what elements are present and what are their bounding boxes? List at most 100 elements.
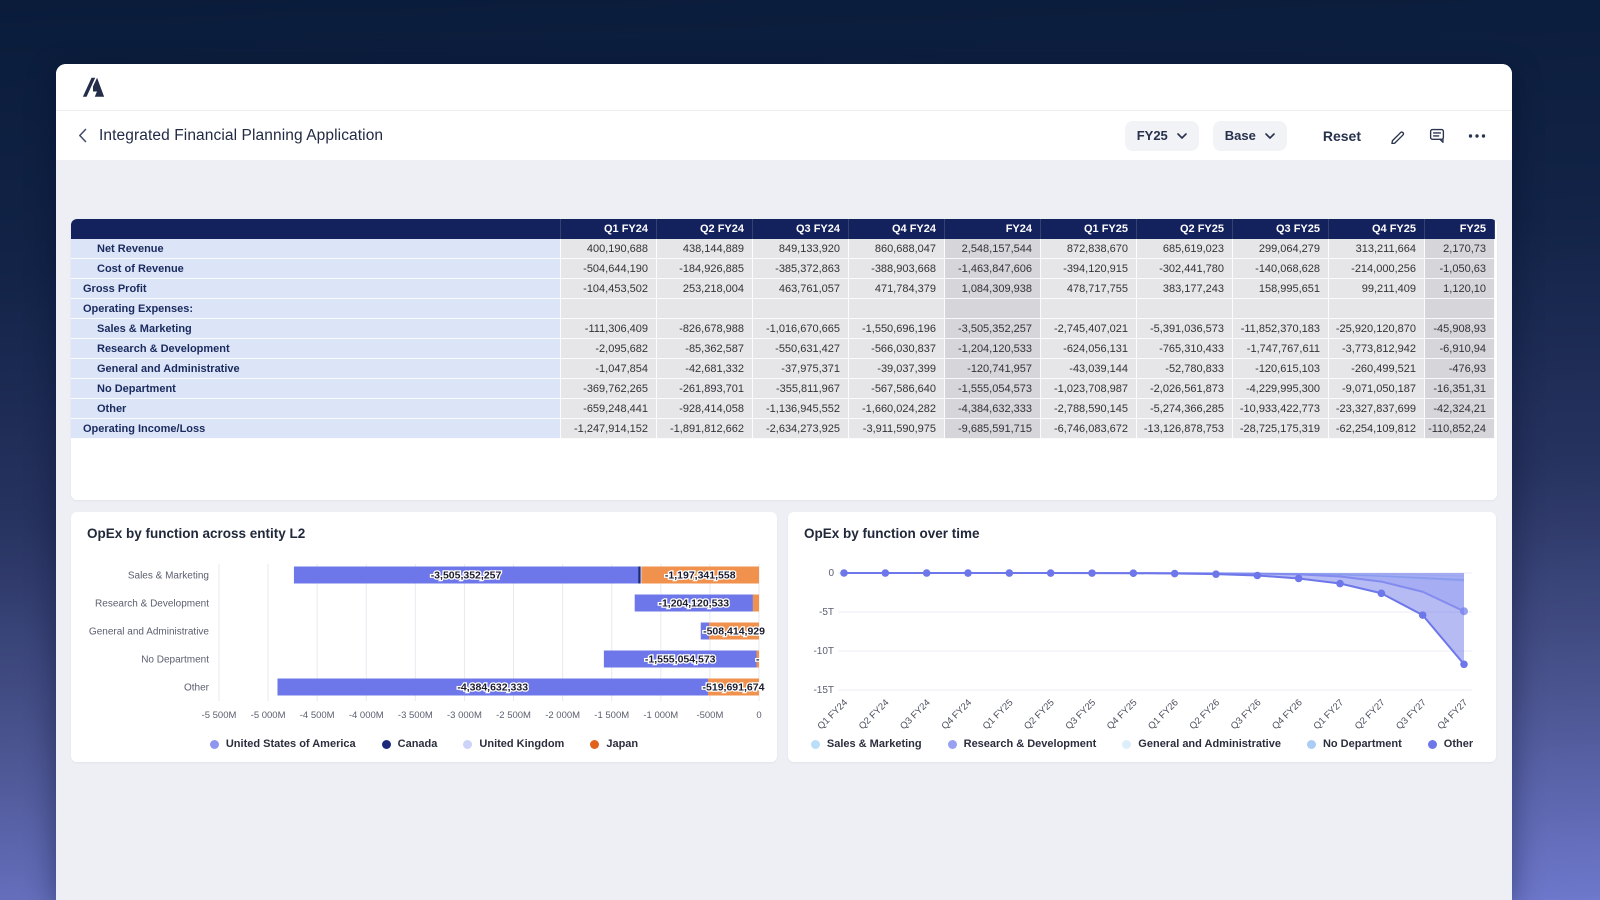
table-cell[interactable]: 400,190,688 [561, 239, 657, 259]
data-point[interactable] [1419, 611, 1427, 619]
table-cell[interactable]: -52,780,833 [1137, 359, 1233, 379]
table-cell[interactable]: 860,688,047 [849, 239, 945, 259]
table-cell[interactable]: -385,372,863 [753, 259, 849, 279]
table-cell[interactable]: -9,071,050,187 [1329, 379, 1425, 399]
table-cell[interactable]: -140,068,628 [1233, 259, 1329, 279]
data-point[interactable] [964, 569, 972, 577]
table-cell[interactable]: -10,933,422,773 [1233, 399, 1329, 419]
table-cell[interactable]: 438,144,889 [657, 239, 753, 259]
table-cell[interactable]: -3,505,352,257 [945, 319, 1041, 339]
table-cell[interactable]: -1,047,854 [561, 359, 657, 379]
data-point[interactable] [1130, 569, 1138, 577]
table-cell[interactable]: -16,351,31 [1425, 379, 1495, 399]
legend-item[interactable]: Japan [590, 738, 638, 750]
legend-item[interactable]: Other [1428, 738, 1473, 750]
table-cell[interactable]: -1,550,696,196 [849, 319, 945, 339]
table-cell[interactable]: -9,685,591,715 [945, 419, 1041, 439]
table-cell[interactable] [849, 299, 945, 319]
table-cell[interactable]: -765,310,433 [1137, 339, 1233, 359]
table-cell[interactable]: -1,463,847,606 [945, 259, 1041, 279]
table-cell[interactable]: -13,126,878,753 [1137, 419, 1233, 439]
table-cell[interactable]: -302,441,780 [1137, 259, 1233, 279]
data-point[interactable] [1006, 569, 1014, 577]
data-point[interactable] [840, 569, 848, 577]
bar-segment[interactable] [753, 595, 759, 612]
table-cell[interactable]: -5,391,036,573 [1137, 319, 1233, 339]
table-cell[interactable]: 383,177,243 [1137, 279, 1233, 299]
bar-segment[interactable] [641, 567, 642, 584]
edit-icon[interactable] [1389, 127, 1406, 144]
table-cell[interactable]: -1,136,945,552 [753, 399, 849, 419]
table-cell[interactable]: -104,453,502 [561, 279, 657, 299]
legend-item[interactable]: Sales & Marketing [811, 738, 922, 750]
table-cell[interactable]: -3,773,812,942 [1329, 339, 1425, 359]
more-options-icon[interactable] [1468, 133, 1486, 139]
table-cell[interactable]: -28,725,175,319 [1233, 419, 1329, 439]
table-cell[interactable]: -4,384,632,333 [945, 399, 1041, 419]
table-cell[interactable]: 1,120,10 [1425, 279, 1495, 299]
table-cell[interactable]: -1,023,708,987 [1041, 379, 1137, 399]
table-cell[interactable] [1041, 299, 1137, 319]
table-cell[interactable]: 849,133,920 [753, 239, 849, 259]
table-cell[interactable]: -1,247,914,152 [561, 419, 657, 439]
bar-segment[interactable] [638, 567, 640, 584]
table-cell[interactable]: -1,204,120,533 [945, 339, 1041, 359]
table-cell[interactable]: -42,324,21 [1425, 399, 1495, 419]
table-cell[interactable] [1137, 299, 1233, 319]
table-cell[interactable]: -826,678,988 [657, 319, 753, 339]
table-cell[interactable]: 313,211,664 [1329, 239, 1425, 259]
data-point[interactable] [1295, 575, 1303, 583]
table-cell[interactable]: -2,634,273,925 [753, 419, 849, 439]
table-cell[interactable]: -1,050,63 [1425, 259, 1495, 279]
version-dropdown[interactable]: Base [1213, 121, 1287, 151]
table-cell[interactable]: -369,762,265 [561, 379, 657, 399]
table-cell[interactable]: -1,660,024,282 [849, 399, 945, 419]
data-point[interactable] [1171, 570, 1179, 578]
data-point[interactable] [1047, 569, 1055, 577]
table-cell[interactable] [1329, 299, 1425, 319]
data-point[interactable] [1460, 660, 1468, 668]
table-cell[interactable]: -355,811,967 [753, 379, 849, 399]
data-point[interactable] [882, 569, 890, 577]
table-cell[interactable]: 471,784,379 [849, 279, 945, 299]
table-cell[interactable]: 2,170,73 [1425, 239, 1495, 259]
data-point[interactable] [1088, 569, 1096, 577]
data-point[interactable] [923, 569, 931, 577]
table-cell[interactable]: -25,920,120,870 [1329, 319, 1425, 339]
table-cell[interactable]: -1,555,054,573 [945, 379, 1041, 399]
data-point[interactable] [1378, 589, 1386, 597]
table-cell[interactable]: -1,891,812,662 [657, 419, 753, 439]
table-cell[interactable]: -120,615,103 [1233, 359, 1329, 379]
table-cell[interactable]: -120,741,957 [945, 359, 1041, 379]
table-cell[interactable]: -5,274,366,285 [1137, 399, 1233, 419]
table-cell[interactable]: 2,548,157,544 [945, 239, 1041, 259]
table-cell[interactable]: -1,747,767,611 [1233, 339, 1329, 359]
table-cell[interactable]: 685,619,023 [1137, 239, 1233, 259]
legend-item[interactable]: United Kingdom [463, 738, 564, 750]
table-cell[interactable]: 1,084,309,938 [945, 279, 1041, 299]
table-cell[interactable]: -85,362,587 [657, 339, 753, 359]
data-point[interactable] [1254, 572, 1262, 580]
table-cell[interactable]: -23,327,837,699 [1329, 399, 1425, 419]
table-cell[interactable]: -11,852,370,183 [1233, 319, 1329, 339]
table-cell[interactable]: -214,000,256 [1329, 259, 1425, 279]
table-cell[interactable]: -550,631,427 [753, 339, 849, 359]
table-cell[interactable]: -110,852,24 [1425, 419, 1495, 439]
legend-item[interactable]: United States of America [210, 738, 356, 750]
table-cell[interactable]: 253,218,004 [657, 279, 753, 299]
table-cell[interactable]: -928,414,058 [657, 399, 753, 419]
table-cell[interactable]: -2,745,407,021 [1041, 319, 1137, 339]
table-cell[interactable]: -2,095,682 [561, 339, 657, 359]
legend-item[interactable]: Canada [382, 738, 438, 750]
table-cell[interactable] [1425, 299, 1495, 319]
table-cell[interactable]: 478,717,755 [1041, 279, 1137, 299]
table-cell[interactable]: 158,995,651 [1233, 279, 1329, 299]
table-cell[interactable]: -4,229,995,300 [1233, 379, 1329, 399]
table-cell[interactable]: 99,211,409 [1329, 279, 1425, 299]
legend-item[interactable]: No Department [1307, 738, 1402, 750]
table-cell[interactable]: -2,026,561,873 [1137, 379, 1233, 399]
table-cell[interactable]: -504,644,190 [561, 259, 657, 279]
comment-icon[interactable] [1428, 127, 1446, 144]
table-cell[interactable]: -260,499,521 [1329, 359, 1425, 379]
data-point[interactable] [1336, 580, 1344, 588]
